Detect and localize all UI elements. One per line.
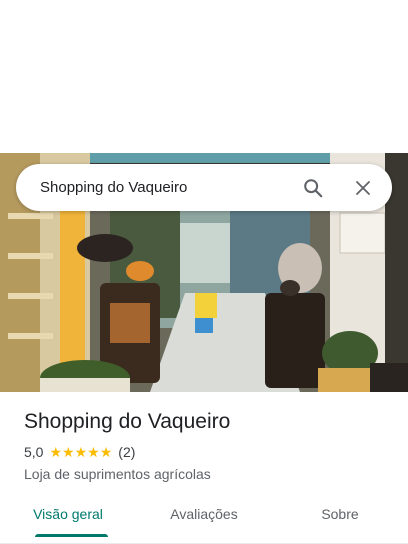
tab-reviews-label: Avaliações: [170, 506, 238, 522]
search-icon[interactable]: [296, 171, 330, 205]
star-icon: ★: [62, 444, 75, 460]
tab-reviews[interactable]: Avaliações: [136, 498, 272, 543]
close-icon[interactable]: [346, 171, 380, 205]
tab-about-label: Sobre: [321, 506, 359, 522]
map-blank-area[interactable]: [0, 0, 408, 153]
star-icon: ★: [49, 444, 63, 460]
tab-overview-label: Visão geral: [33, 506, 103, 522]
star-icon: ★: [99, 444, 113, 460]
rating-row[interactable]: 5,0 ★ ★ ★ ★ ★ (2): [24, 444, 135, 460]
rating-value: 5,0: [24, 444, 44, 460]
search-bar[interactable]: Shopping do Vaqueiro: [16, 164, 392, 211]
review-count[interactable]: (2): [118, 444, 135, 460]
active-tab-indicator: [35, 534, 108, 537]
star-icon: ★: [74, 444, 88, 460]
tab-about[interactable]: Sobre: [272, 498, 408, 543]
place-tabs: Visão geral Avaliações Sobre: [0, 498, 408, 544]
place-category: Loja de suprimentos agrícolas: [24, 466, 211, 482]
star-rating: ★ ★ ★ ★ ★: [49, 445, 112, 459]
tab-overview[interactable]: Visão geral: [0, 498, 136, 543]
place-title: Shopping do Vaqueiro: [24, 410, 231, 433]
place-sheet: Shopping do Vaqueiro Shopping do Vaqueir…: [0, 0, 408, 544]
search-input[interactable]: Shopping do Vaqueiro: [40, 179, 296, 196]
star-icon: ★: [87, 444, 100, 460]
